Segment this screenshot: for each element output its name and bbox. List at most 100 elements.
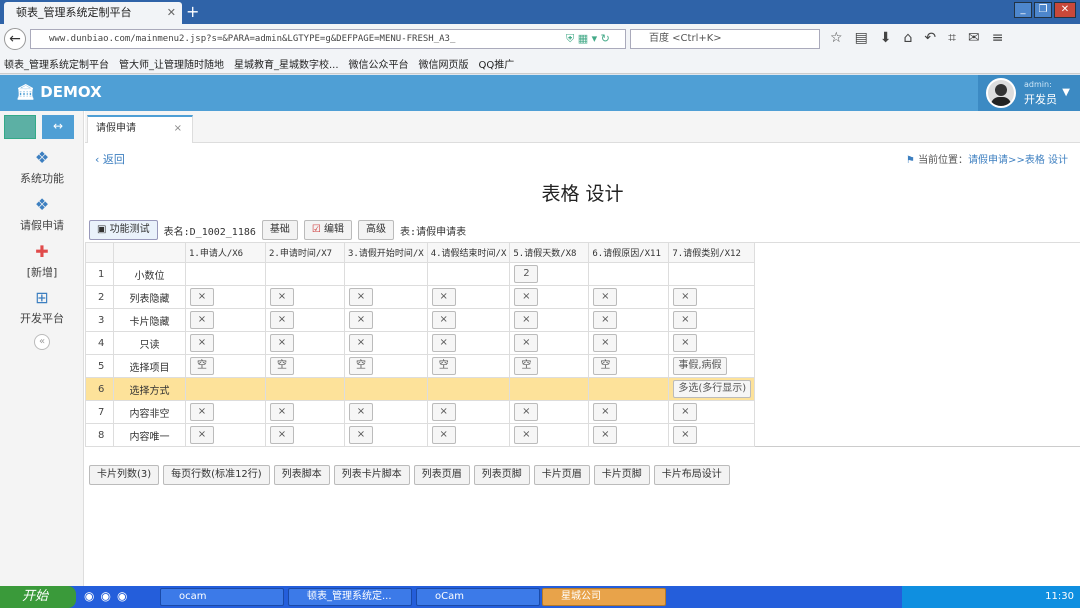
search-input[interactable]: 百度 <Ctrl+K> [630,29,820,49]
reader-icon[interactable]: ▤ [855,30,868,46]
cell-value-button[interactable]: 空 [593,357,618,375]
home-icon[interactable]: ⌂ [904,30,913,46]
list-footer-button[interactable]: 列表页脚 [473,465,530,485]
grid-cell[interactable]: × [185,285,266,309]
grid-cell[interactable]: 事假,病假 [668,354,756,378]
grid-cell[interactable]: × [344,285,428,309]
toggle-off-button[interactable]: × [270,403,294,421]
grid-cell[interactable]: 空 [185,354,266,378]
star-icon[interactable]: ☆ [830,30,843,46]
cell-value-button[interactable]: 空 [514,357,539,375]
grid-cell[interactable]: × [668,285,756,309]
bookmark-item[interactable]: 微信公众平台 [349,56,409,71]
toggle-off-button[interactable]: × [593,334,618,352]
toggle-off-button[interactable]: × [431,426,456,444]
grid-cell[interactable]: × [344,423,428,447]
column-header[interactable]: 2.申请时间/X7 [265,242,345,263]
grid-cell[interactable] [588,377,670,401]
user-menu[interactable]: admin: 开发员 ▼ [978,75,1080,111]
column-header[interactable]: 4.请假结束时间/X [426,242,511,263]
grid-cell[interactable]: × [426,285,511,309]
cell-value-button[interactable]: 空 [431,357,456,375]
collapse-sidebar-icon[interactable]: « [34,334,50,350]
grid-cell[interactable]: × [426,400,511,424]
browser-tab[interactable]: 顿表_管理系统定制平台 ✕ [4,2,182,24]
grid-cell[interactable]: × [265,331,345,355]
back-link[interactable]: ‹ 返回 [95,151,125,167]
toggle-off-button[interactable]: × [270,426,294,444]
minimize-icon[interactable]: _ [1014,2,1032,18]
column-header[interactable]: 5.请假天数/X8 [509,242,590,263]
undo-icon[interactable]: ↶ [924,30,936,46]
toggle-off-button[interactable]: × [514,334,539,352]
taskbar-item[interactable]: oCam [416,588,540,606]
column-header[interactable]: 6.请假原因/X11 [588,242,670,263]
grid-cell[interactable]: × [588,423,670,447]
toggle-off-button[interactable]: × [270,334,294,352]
toggle-off-button[interactable]: × [270,311,294,329]
close-tab-icon[interactable]: ✕ [167,2,176,24]
card-header-button[interactable]: 卡片页眉 [533,465,590,485]
bookmark-item[interactable]: QQ推广 [479,56,515,71]
grid-cell[interactable] [185,262,266,286]
grid-cell[interactable]: × [426,331,511,355]
grid-cell[interactable]: × [509,400,590,424]
taskbar-item[interactable]: 星城公司 [542,588,666,606]
toggle-off-button[interactable]: × [349,288,373,306]
column-header[interactable]: 7.请假类别/X12 [668,242,756,263]
expand-icon[interactable]: ↔ [42,115,74,139]
toggle-off-button[interactable]: × [431,288,456,306]
toggle-off-button[interactable]: × [349,311,373,329]
toggle-off-button[interactable]: × [431,403,456,421]
toggle-off-button[interactable]: × [349,403,373,421]
cell-value-button[interactable]: 空 [190,357,214,375]
menu-icon[interactable]: ≡ [992,30,1004,46]
grid-cell[interactable] [668,262,756,286]
toggle-off-button[interactable]: × [349,334,373,352]
app-logo[interactable]: 🏛 DEMOX [16,83,102,101]
grid-cell[interactable]: 空 [344,354,428,378]
start-button[interactable]: 开始 [0,586,76,608]
grid-cell[interactable]: × [265,308,345,332]
list-card-script-button[interactable]: 列表卡片脚本 [333,465,410,485]
grid-cell[interactable] [426,377,511,401]
list-script-button[interactable]: 列表脚本 [273,465,330,485]
function-test-button[interactable]: ▣ 功能测试 [89,220,158,240]
toggle-off-button[interactable]: × [593,403,618,421]
grid-cell[interactable]: × [185,423,266,447]
toggle-off-button[interactable]: × [431,334,456,352]
toggle-off-button[interactable]: × [190,403,214,421]
close-icon[interactable]: × [174,117,182,141]
grid-cell[interactable]: 多选(多行显示) [668,377,756,401]
column-header[interactable]: 1.申请人/X6 [185,242,266,263]
chrome-icon[interactable]: ◉ [117,589,127,603]
grid-cell[interactable] [588,262,670,286]
breadcrumb-link[interactable]: 请假申请>>表格 设计 [968,155,1068,166]
toggle-off-button[interactable]: × [514,288,539,306]
toggle-off-button[interactable]: × [190,426,214,444]
rows-per-page-button[interactable]: 每页行数(标准12行) [163,465,270,485]
sidebar-item-leave[interactable]: ❖ 请假申请 [0,196,84,233]
taskbar-item[interactable]: ocam [160,588,284,606]
grid-cell[interactable]: × [185,308,266,332]
toggle-off-button[interactable]: × [673,426,698,444]
grid-cell[interactable]: × [668,331,756,355]
column-header[interactable]: 3.请假开始时间/X [344,242,428,263]
grid-cell[interactable] [185,377,266,401]
grid-cell[interactable]: × [509,308,590,332]
chat-icon[interactable]: ✉ [968,30,980,46]
list-header-button[interactable]: 列表页眉 [413,465,470,485]
browser-back-icon[interactable]: ← [4,28,26,50]
grid-cell[interactable]: × [509,285,590,309]
toggle-off-button[interactable]: × [514,403,539,421]
toggle-off-button[interactable]: × [431,311,456,329]
grid-cell[interactable]: × [668,400,756,424]
toggle-off-button[interactable]: × [270,288,294,306]
url-input[interactable]: www.dunbiao.com/mainmenu2.jsp?s=&PARA=ad… [30,29,626,49]
toggle-off-button[interactable]: × [190,334,214,352]
grid-cell[interactable]: 空 [509,354,590,378]
grid-cell[interactable]: × [588,400,670,424]
cell-value-button[interactable]: 空 [270,357,294,375]
grid-cell[interactable]: 2 [509,262,590,286]
toggle-off-button[interactable]: × [349,426,373,444]
